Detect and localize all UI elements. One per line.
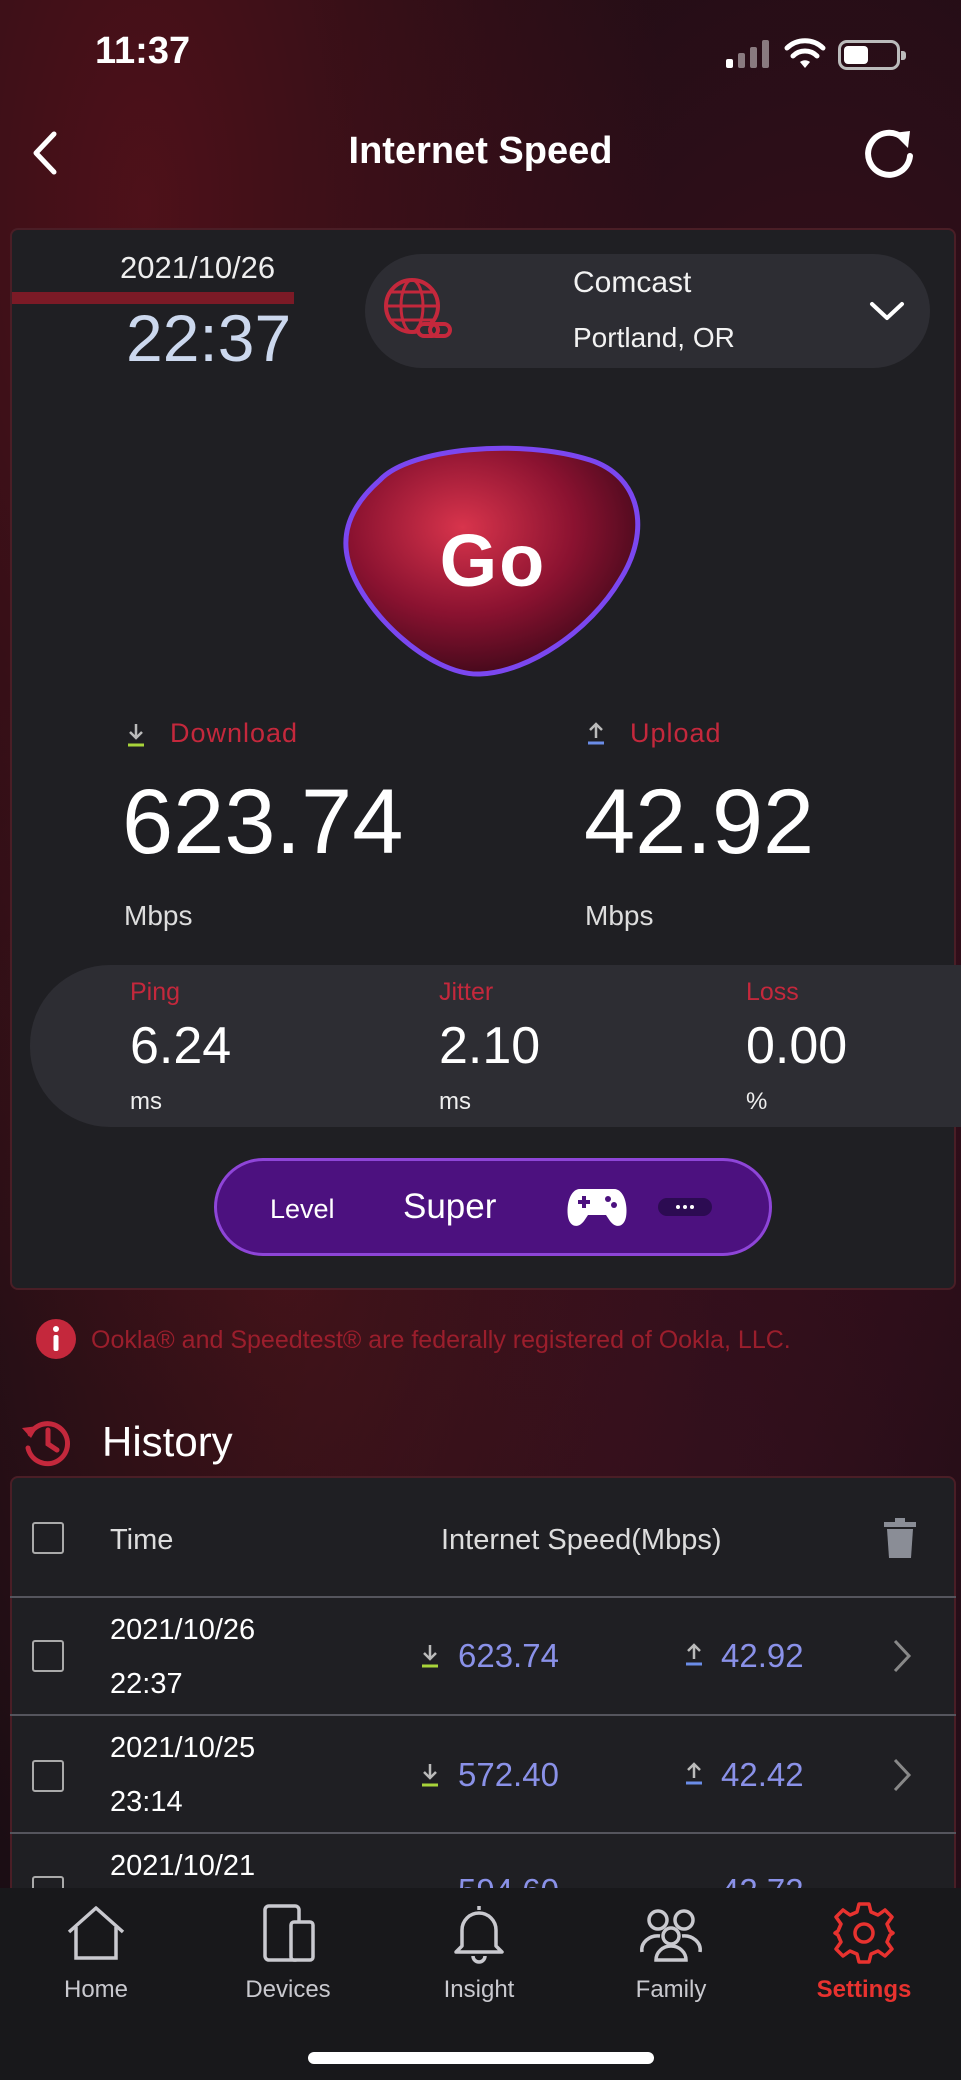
go-label: Go: [439, 519, 547, 602]
upload-unit: Mbps: [585, 900, 654, 931]
family-icon: [640, 1909, 702, 1962]
globe-link-icon: [384, 278, 452, 338]
row-download: 623.74: [458, 1637, 559, 1674]
nav-label: Insight: [443, 1976, 515, 2003]
nav-devices[interactable]: Devices: [213, 1900, 363, 2004]
upload-icon: [686, 1643, 702, 1666]
wifi-icon: [784, 38, 826, 68]
nav-family[interactable]: Family: [596, 1900, 746, 2004]
download-icon: [422, 1645, 438, 1668]
row-upload: 42.92: [721, 1637, 804, 1674]
jitter-label: Jitter: [439, 978, 494, 1006]
download-value: 623.74: [122, 771, 404, 873]
upload-icon: [588, 722, 604, 745]
upload-icon: [686, 1762, 702, 1785]
status-time: 11:37: [95, 30, 191, 72]
info-icon: [36, 1319, 76, 1359]
refresh-button[interactable]: [860, 125, 918, 183]
test-date: 2021/10/26: [120, 250, 276, 285]
download-icon: [422, 1764, 438, 1787]
row-time: 23:14: [110, 1786, 183, 1818]
upload-label: Upload: [630, 718, 722, 748]
home-indicator: [308, 2052, 654, 2064]
isp-name: Comcast: [573, 266, 692, 299]
devices-icon: [263, 1904, 315, 1962]
select-all-checkbox[interactable]: [32, 1522, 64, 1554]
page-title: Internet Speed: [348, 130, 613, 172]
level-label: Level: [270, 1194, 335, 1224]
row-upload: 42.42: [721, 1756, 804, 1793]
isp-location: Portland, OR: [573, 322, 735, 353]
speed-test-card: [10, 228, 956, 1290]
chevron-down-icon[interactable]: [868, 296, 906, 326]
more-options-button[interactable]: [658, 1198, 712, 1216]
nav-label: Family: [635, 1976, 707, 2003]
loss-label: Loss: [746, 978, 799, 1006]
nav-label: Home: [63, 1976, 129, 2003]
home-icon: [67, 1906, 125, 1960]
row-download: 572.40: [458, 1756, 559, 1793]
row-date: 2021/10/25: [110, 1732, 256, 1764]
row-time: 22:37: [110, 1668, 183, 1700]
row-date: 2021/10/21: [110, 1850, 256, 1882]
download-label: Download: [170, 718, 299, 748]
row-date: 2021/10/26: [110, 1614, 256, 1646]
table-divider: [10, 1714, 956, 1716]
loss-unit: %: [746, 1088, 768, 1115]
gear-icon: [833, 1902, 895, 1964]
ping-label: Ping: [130, 978, 181, 1006]
column-header-speed: Internet Speed(Mbps): [441, 1524, 722, 1556]
jitter-unit: ms: [439, 1088, 471, 1115]
nav-label: Devices: [245, 1976, 331, 2003]
bell-icon: [454, 1906, 504, 1964]
jitter-value: 2.10: [439, 1017, 541, 1075]
battery-icon: [838, 40, 906, 70]
column-header-time: Time: [110, 1524, 174, 1556]
ping-value: 6.24: [130, 1017, 232, 1075]
history-icon: [22, 1421, 70, 1467]
download-unit: Mbps: [124, 900, 193, 931]
nav-label: Settings: [816, 1976, 912, 2003]
nav-home[interactable]: Home: [21, 1900, 171, 2004]
download-icon: [128, 724, 144, 747]
table-divider: [10, 1596, 956, 1598]
chevron-right-icon[interactable]: [892, 1757, 912, 1793]
cellular-signal-icon: [726, 40, 772, 68]
disclaimer-text: Ookla® and Speedtest® are federally regi…: [91, 1326, 791, 1354]
upload-value: 42.92: [584, 771, 815, 873]
ping-unit: ms: [130, 1088, 162, 1115]
nav-insight[interactable]: Insight: [404, 1900, 554, 2004]
level-value: Super: [403, 1187, 497, 1226]
table-divider: [10, 1832, 956, 1834]
row-checkbox[interactable]: [32, 1760, 64, 1792]
test-time: 22:37: [126, 301, 292, 375]
trash-icon[interactable]: [884, 1518, 916, 1558]
nav-settings[interactable]: Settings: [789, 1900, 939, 2004]
history-title: History: [102, 1418, 233, 1465]
row-checkbox[interactable]: [32, 1640, 64, 1672]
chevron-right-icon[interactable]: [892, 1638, 912, 1674]
gamepad-icon: [567, 1189, 627, 1226]
loss-value: 0.00: [746, 1017, 848, 1075]
